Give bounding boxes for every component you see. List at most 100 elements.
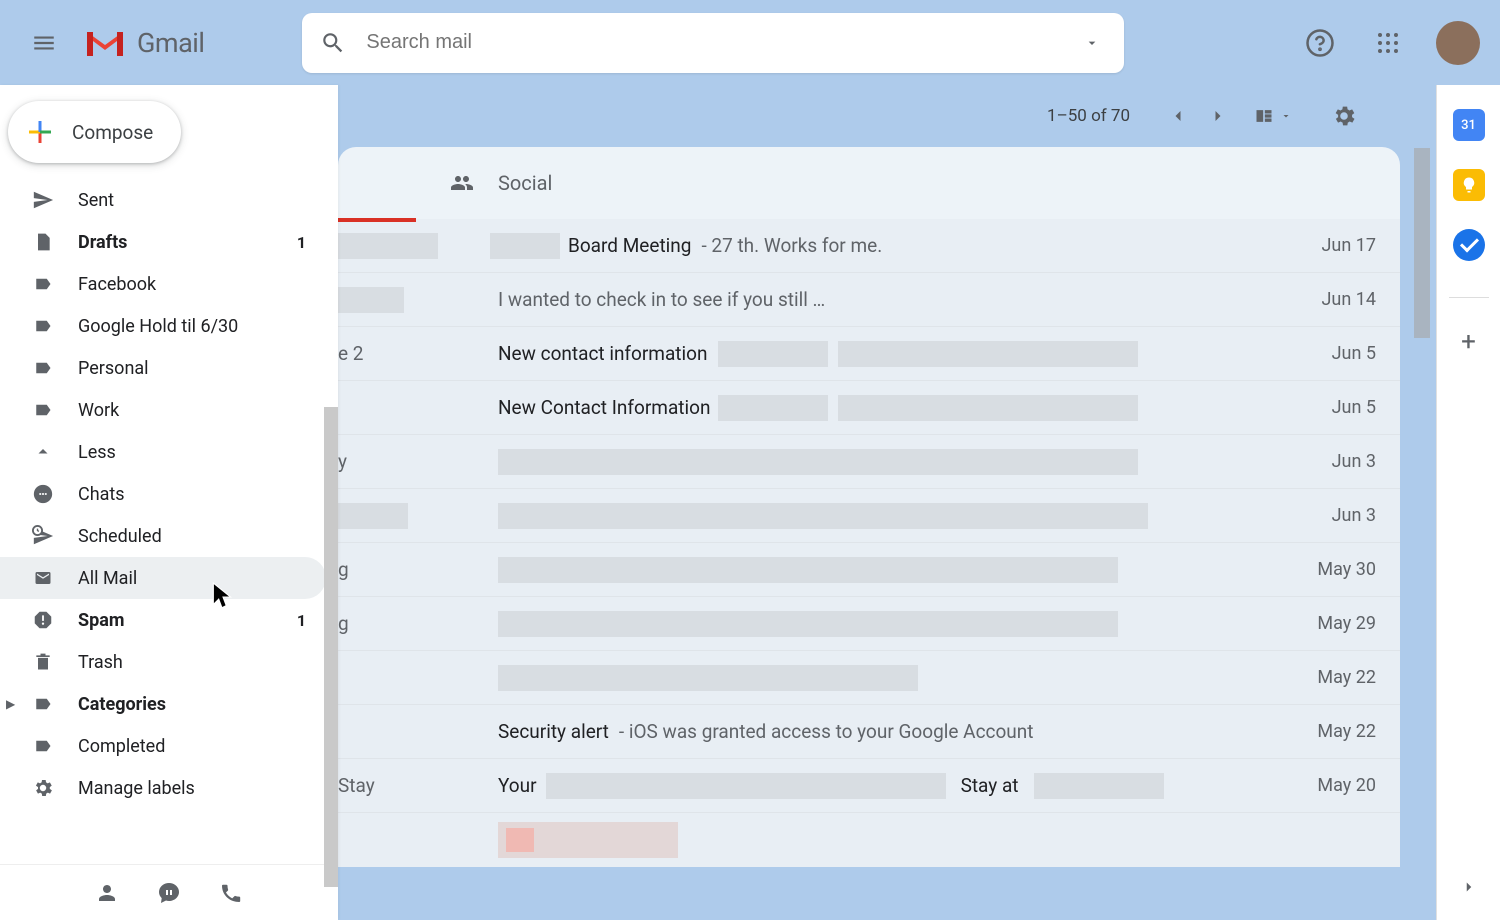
sent-icon (32, 189, 54, 211)
message-row[interactable]: I wanted to check in to see if you still… (338, 273, 1400, 327)
split-pane-icon (1252, 106, 1276, 126)
message-snippet: - 27 th. Works for me. (701, 234, 882, 257)
nav-label: Manage labels (78, 778, 306, 799)
sidebar-item-all-mail[interactable]: All Mail (0, 557, 326, 599)
caret-down-icon (1084, 35, 1100, 51)
sidebar-item-drafts[interactable]: Drafts 1 (0, 221, 326, 263)
tab-social[interactable]: Social (448, 171, 552, 195)
search-bar[interactable] (302, 13, 1124, 73)
message-date: Jun 17 (1322, 235, 1377, 256)
compose-button[interactable]: Compose (8, 101, 181, 163)
sidebar-scrollbar[interactable] (324, 407, 338, 887)
sidebar-item-completed[interactable]: Completed (0, 725, 326, 767)
redacted-sender (338, 233, 438, 259)
category-tabs: Social (338, 147, 1400, 219)
message-row[interactable]: New Contact Information Jun 5 (338, 381, 1400, 435)
message-row[interactable]: y Jun 3 (338, 435, 1400, 489)
help-button[interactable] (1300, 23, 1340, 63)
sidebar-item-less[interactable]: Less (0, 431, 326, 473)
nav-label: Personal (78, 358, 306, 379)
message-subject-part: Your (498, 774, 537, 797)
gmail-logo[interactable]: Gmail (83, 26, 204, 60)
message-snippet: - iOS was granted access to your Google … (619, 720, 1034, 743)
hangouts-contacts-icon[interactable] (95, 881, 119, 905)
hangouts-chat-icon[interactable] (157, 881, 181, 905)
sidebar-item-spam[interactable]: Spam 1 (0, 599, 326, 641)
list-toolbar: 1–50 of 70 (338, 85, 1400, 147)
message-subject: New Contact Information (498, 396, 710, 419)
nav-label: Facebook (78, 274, 306, 295)
message-date: Jun 3 (1332, 451, 1376, 472)
compose-plus-icon (26, 118, 54, 146)
redacted-sender (338, 287, 404, 313)
sender-fragment: y (338, 450, 347, 473)
sidebar-item-manage-labels[interactable]: Manage labels (0, 767, 326, 809)
message-row[interactable]: Security alert - iOS was granted access … (338, 705, 1400, 759)
sender-fragment: g (338, 612, 349, 635)
sidebar-footer (0, 864, 338, 920)
nav-label: Scheduled (78, 526, 306, 547)
get-addons-button[interactable]: + (1453, 326, 1485, 358)
redacted-sender (338, 503, 408, 529)
label-icon (32, 695, 54, 713)
message-subject: Board Meeting (568, 234, 691, 257)
search-options-dropdown[interactable] (1078, 29, 1106, 57)
apps-launcher-button[interactable] (1368, 23, 1408, 63)
sidebar-item-work[interactable]: Work (0, 389, 326, 431)
search-icon (320, 30, 346, 56)
message-row[interactable]: g May 29 (338, 597, 1400, 651)
nav-label: Chats (78, 484, 306, 505)
nav-label: Work (78, 400, 306, 421)
message-row[interactable]: Board Meeting - 27 th. Works for me. Jun… (338, 219, 1400, 273)
hangouts-phone-icon[interactable] (219, 881, 243, 905)
sidebar-item-google-hold[interactable]: Google Hold til 6/30 (0, 305, 326, 347)
keep-addon[interactable] (1453, 169, 1485, 201)
sidebar-item-personal[interactable]: Personal (0, 347, 326, 389)
header-actions (1300, 21, 1480, 65)
sidebar-item-categories[interactable]: ▶ Categories (0, 683, 326, 725)
message-row[interactable]: g May 30 (338, 543, 1400, 597)
collapse-side-panel[interactable] (1460, 878, 1478, 896)
sidebar: Compose Sent Drafts 1 Facebook Google Ho… (0, 85, 338, 920)
attachment-row[interactable] (338, 813, 1400, 867)
sidebar-item-sent[interactable]: Sent (0, 179, 326, 221)
redacted-block (498, 665, 918, 691)
nav-label: Completed (78, 736, 306, 757)
calendar-addon[interactable]: 31 (1453, 109, 1485, 141)
hamburger-menu-button[interactable] (20, 19, 68, 67)
message-date: May 30 (1317, 559, 1376, 580)
split-pane-toggle[interactable] (1252, 106, 1292, 126)
message-list: Board Meeting - 27 th. Works for me. Jun… (338, 219, 1400, 867)
pagination-range: 1–50 of 70 (1047, 106, 1130, 126)
message-date: Jun 5 (1332, 397, 1376, 418)
settings-button[interactable] (1324, 96, 1364, 136)
sidebar-item-chats[interactable]: Chats (0, 473, 326, 515)
account-avatar[interactable] (1436, 21, 1480, 65)
message-row[interactable]: Jun 3 (338, 489, 1400, 543)
spam-icon (32, 609, 54, 631)
search-input[interactable] (366, 31, 1078, 54)
message-date: May 22 (1317, 721, 1376, 742)
chevron-right-icon (1208, 106, 1228, 126)
message-row[interactable]: May 22 (338, 651, 1400, 705)
main-scrollbar[interactable] (1414, 148, 1430, 338)
prev-page-button[interactable] (1158, 96, 1198, 136)
message-row[interactable]: e 2 New contact information Jun 5 (338, 327, 1400, 381)
redacted-block (838, 395, 1138, 421)
message-subject-part: Stay at (961, 774, 1019, 797)
nav-count: 1 (297, 611, 306, 630)
nav-label: Less (78, 442, 306, 463)
attachment-chip[interactable] (498, 822, 678, 858)
sidebar-item-facebook[interactable]: Facebook (0, 263, 326, 305)
next-page-button[interactable] (1198, 96, 1238, 136)
menu-icon (31, 30, 57, 56)
gmail-m-icon (83, 26, 127, 60)
chevron-up-icon (32, 443, 54, 461)
message-row[interactable]: Stay Your Stay at May 20 (338, 759, 1400, 813)
label-icon (32, 275, 54, 293)
redacted-block (718, 341, 828, 367)
tasks-addon[interactable] (1453, 229, 1485, 261)
message-date: May 20 (1317, 775, 1376, 796)
sidebar-item-scheduled[interactable]: Scheduled (0, 515, 326, 557)
sidebar-item-trash[interactable]: Trash (0, 641, 326, 683)
